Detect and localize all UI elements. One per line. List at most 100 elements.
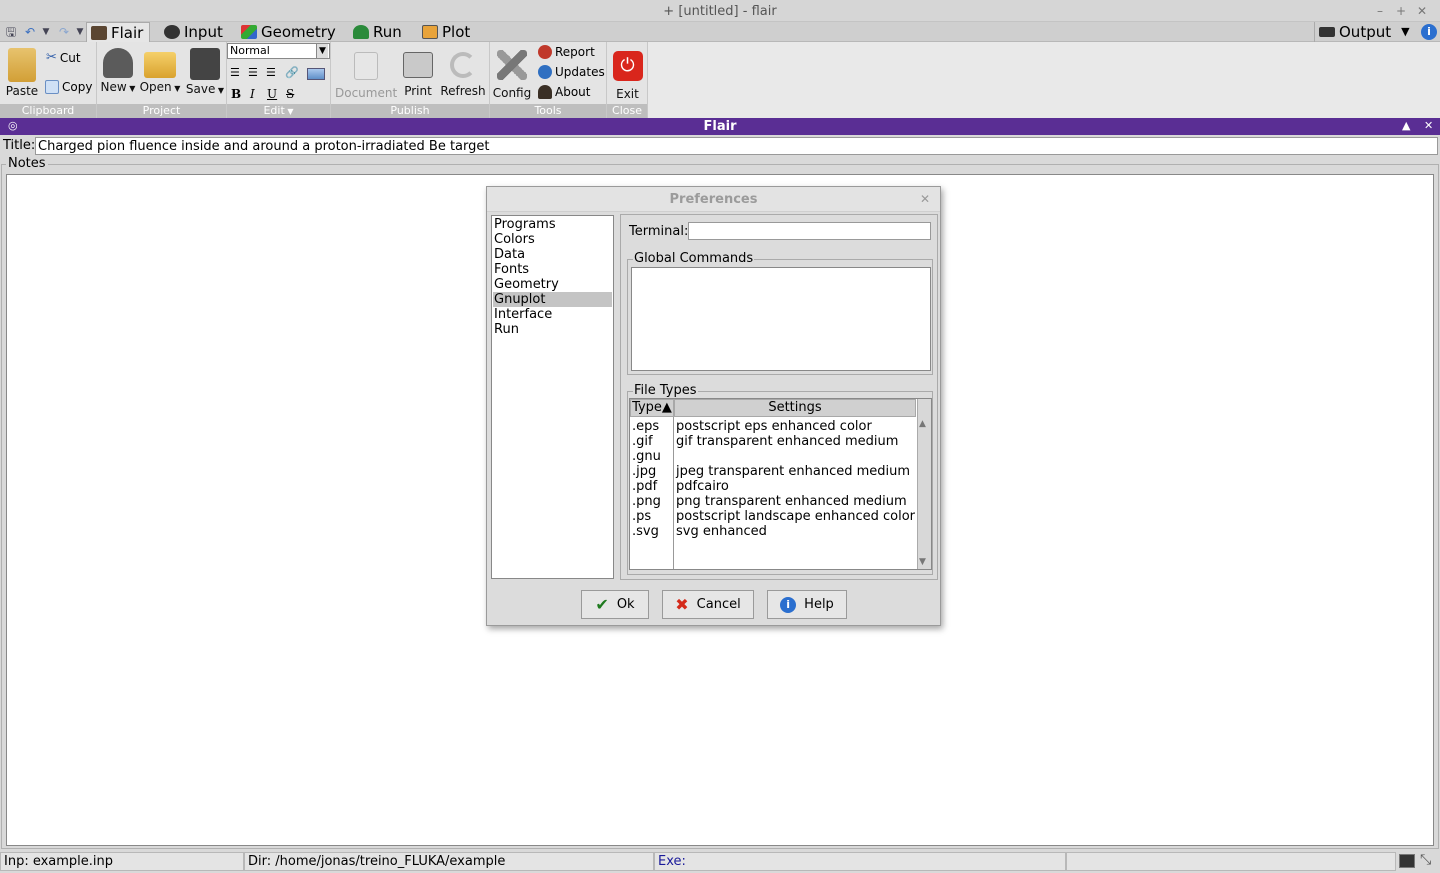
underline-icon[interactable]: U: [267, 87, 277, 101]
status-bar: Inp: example.inp Dir: /home/jonas/treino…: [0, 850, 1440, 873]
edit-group-label[interactable]: Edit ▼: [227, 104, 330, 118]
global-commands-label: Global Commands: [633, 251, 755, 266]
category-interface[interactable]: Interface: [493, 307, 612, 322]
file-type-cell[interactable]: .svg: [632, 524, 659, 539]
tab-geometry[interactable]: Geometry: [237, 22, 342, 42]
updates-button[interactable]: Updates: [538, 65, 605, 79]
undo-menu-chevron-icon[interactable]: ▼: [38, 24, 54, 40]
category-programs[interactable]: Programs: [493, 217, 612, 232]
file-settings-cell[interactable]: svg enhanced: [676, 524, 767, 539]
category-colors[interactable]: Colors: [493, 232, 612, 247]
category-data[interactable]: Data: [493, 247, 612, 262]
save-quick-icon[interactable]: 🖫: [3, 24, 19, 40]
italic-icon[interactable]: I: [250, 87, 255, 101]
dialog-title: Preferences: [669, 192, 758, 207]
tab-plot[interactable]: Plot: [418, 22, 476, 42]
file-type-cell[interactable]: .pdf: [632, 479, 657, 494]
print-button[interactable]: Print: [399, 52, 437, 98]
category-fonts[interactable]: Fonts: [493, 262, 612, 277]
redo-icon[interactable]: ↷: [56, 24, 72, 40]
save-button[interactable]: Save ▼: [184, 48, 226, 96]
status-directory: Dir: /home/jonas/treino_FLUKA/example: [244, 852, 654, 871]
scroll-down-icon[interactable]: ▼: [919, 557, 926, 567]
file-type-cell[interactable]: .gnu: [632, 449, 661, 464]
ribbon: Paste ✂ Cut Copy Clipboard New ▼ Open ▼ …: [0, 42, 648, 118]
undo-icon[interactable]: ↶: [22, 24, 38, 40]
paste-icon: [8, 48, 36, 82]
align-right-icon[interactable]: ☰: [266, 66, 276, 79]
file-settings-cell[interactable]: postscript eps enhanced color: [676, 419, 872, 434]
printer-icon: [403, 52, 433, 78]
ribbon-group-edit: Normal ▼ ☰ ☰ ☰ 🔗 B I U S Edit ▼: [227, 42, 331, 118]
category-geometry[interactable]: Geometry: [493, 277, 612, 292]
paste-button[interactable]: Paste: [4, 48, 40, 98]
file-types-scrollbar[interactable]: ▲ ▼: [917, 399, 931, 569]
cut-button[interactable]: ✂ Cut: [46, 50, 81, 65]
collapse-up-icon[interactable]: ▲: [1402, 119, 1410, 132]
report-button[interactable]: Report: [538, 45, 595, 59]
file-type-cell[interactable]: .eps: [632, 419, 659, 434]
resize-grip-icon[interactable]: ⤡: [1420, 852, 1431, 868]
close-window-icon[interactable]: ✕: [1414, 3, 1430, 19]
output-button[interactable]: Output ▼: [1314, 22, 1416, 42]
global-commands-textarea[interactable]: [631, 267, 931, 371]
copy-button[interactable]: Copy: [45, 80, 92, 94]
save-icon: [190, 48, 220, 80]
category-gnuplot[interactable]: Gnuplot: [493, 292, 612, 307]
exit-button[interactable]: ⏻ Exit: [610, 51, 645, 101]
print-label: Print: [404, 84, 432, 98]
ribbon-group-close: ⏻ Exit Close: [607, 42, 648, 118]
dialog-titlebar[interactable]: Preferences ✕: [487, 187, 940, 212]
file-type-cell[interactable]: .jpg: [632, 464, 656, 479]
align-left-icon[interactable]: ☰: [230, 66, 240, 79]
close-panel-icon[interactable]: ✕: [1424, 119, 1433, 132]
project-title-input[interactable]: [35, 137, 1438, 155]
strikethrough-icon[interactable]: S: [286, 87, 294, 101]
tab-bar: 🖫 ↶ ▼ ↷ ▼ Flair Input Geometry Run Plot …: [0, 22, 1440, 42]
file-settings-cell[interactable]: gif transparent enhanced medium: [676, 434, 898, 449]
project-group-label: Project: [97, 104, 226, 118]
tab-flair-label: Flair: [111, 23, 144, 42]
config-button[interactable]: Config: [492, 50, 532, 100]
tab-input[interactable]: Input: [160, 22, 229, 42]
align-center-icon[interactable]: ☰: [248, 66, 258, 79]
document-button[interactable]: Document: [335, 52, 397, 100]
file-settings-cell[interactable]: png transparent enhanced medium: [676, 494, 907, 509]
open-button[interactable]: Open ▼: [139, 48, 181, 94]
column-header-type[interactable]: Type▲: [630, 399, 674, 417]
output-label: Output: [1339, 23, 1392, 41]
refresh-button[interactable]: Refresh: [439, 52, 487, 98]
style-select[interactable]: Normal ▼: [227, 43, 330, 59]
file-type-cell[interactable]: .gif: [632, 434, 653, 449]
category-run[interactable]: Run: [493, 322, 612, 337]
file-settings-cell[interactable]: pdfcairo: [676, 479, 729, 494]
file-type-cell[interactable]: .png: [632, 494, 661, 509]
image-icon[interactable]: [307, 68, 325, 80]
new-button[interactable]: New ▼: [99, 48, 137, 94]
minimize-icon[interactable]: –: [1372, 3, 1388, 19]
ribbon-group-tools: Config Report Updates About Tools: [490, 42, 607, 118]
exit-label: Exit: [616, 87, 639, 101]
scroll-up-icon[interactable]: ▲: [919, 419, 926, 429]
tab-geometry-label: Geometry: [261, 23, 336, 41]
cancel-button[interactable]: ✖ Cancel: [662, 590, 754, 619]
link-icon[interactable]: 🔗: [285, 66, 299, 79]
column-header-settings[interactable]: Settings: [674, 399, 916, 417]
file-types-table: Type▲ Settings .eps postscript eps enhan…: [629, 398, 932, 570]
file-settings-cell[interactable]: jpeg transparent enhanced medium: [676, 464, 910, 479]
close-icon[interactable]: ✕: [920, 192, 930, 206]
terminal-input[interactable]: [688, 222, 931, 240]
terminal-status-icon[interactable]: [1399, 854, 1415, 868]
help-button[interactable]: i Help: [767, 590, 847, 619]
help-label: Help: [804, 597, 834, 612]
ribbon-group-publish: Document Print Refresh Publish: [331, 42, 490, 118]
ok-button[interactable]: ✔ Ok: [581, 590, 649, 619]
tab-run[interactable]: Run: [349, 22, 408, 42]
about-button[interactable]: About: [538, 85, 590, 99]
bold-icon[interactable]: B: [231, 87, 241, 101]
file-settings-cell[interactable]: postscript landscape enhanced color: [676, 509, 915, 524]
maximize-icon[interactable]: +: [1393, 3, 1409, 19]
file-type-cell[interactable]: .ps: [632, 509, 651, 524]
tab-flair[interactable]: Flair: [86, 22, 151, 42]
help-info-icon[interactable]: i: [1421, 24, 1437, 40]
